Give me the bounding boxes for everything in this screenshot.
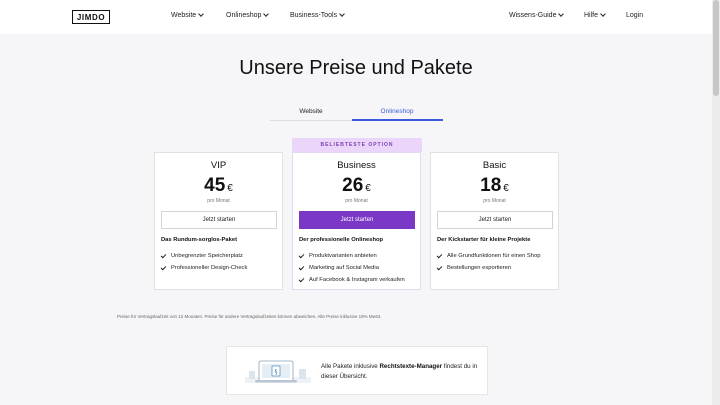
page-scrollbar[interactable] xyxy=(712,0,720,405)
top-navigation: JIMDO Website Onlineshop Business-Tools … xyxy=(0,0,712,34)
feature-item: Unbegrenzter Speicherplatz xyxy=(160,250,247,262)
price-period: pro Monat xyxy=(483,198,506,204)
nav-website-label: Website xyxy=(171,12,197,19)
feature-label: Professioneller Design-Check xyxy=(171,265,248,271)
nav-wissens-guide-label: Wissens-Guide xyxy=(509,12,557,19)
info-text: Alle Pakete inklusive Rechtstexte-Manage… xyxy=(321,362,486,381)
pricing-footnote: Preise für Vertragslaufzeit von 12 Monat… xyxy=(117,314,382,319)
check-icon xyxy=(436,264,443,270)
plan-name: Business xyxy=(337,160,376,171)
chevron-down-icon xyxy=(198,11,205,17)
start-button-business[interactable]: Jetzt starten xyxy=(299,211,415,229)
svg-text:§: § xyxy=(275,369,278,376)
scrollbar-thumb[interactable] xyxy=(713,0,719,96)
feature-item: Auf Facebook & Instagram verkaufen xyxy=(298,274,405,286)
price-period: pro Monat xyxy=(345,198,368,204)
plan-description: Das Rundum-sorglos-Paket xyxy=(161,237,238,243)
feature-label: Auf Facebook & Instagram verkaufen xyxy=(309,277,405,283)
feature-item: Alle Grundfunktionen für einen Shop xyxy=(436,250,541,262)
feature-list: Unbegrenzter Speicherplatz Professionell… xyxy=(160,250,248,274)
featured-badge: BELIEBTESTE OPTION xyxy=(292,138,422,152)
plan-name: VIP xyxy=(210,160,227,171)
check-icon xyxy=(160,252,167,258)
price-period: pro Monat xyxy=(207,198,230,204)
plan-name: Basic xyxy=(482,160,507,171)
rechtstexte-manager-link[interactable]: Rechtstexte-Manager xyxy=(379,363,442,370)
currency-symbol: € xyxy=(503,183,509,194)
plan-price: 18 xyxy=(480,175,502,196)
check-icon xyxy=(298,252,305,258)
tab-website[interactable]: Website xyxy=(270,108,352,115)
price-row: 45 € xyxy=(155,175,282,197)
nav-hilfe[interactable]: Hilfe xyxy=(584,11,606,19)
plan-card-basic: Basic 18 € pro Monat Jetzt starten Der Ki… xyxy=(430,152,559,290)
laptop-document-illustration: § xyxy=(245,360,311,383)
feature-item: Marketing auf Social Media xyxy=(298,262,405,274)
chevron-down-icon xyxy=(339,11,345,17)
nav-business-tools-label: Business-Tools xyxy=(290,12,338,19)
feature-label: Unbegrenzter Speicherplatz xyxy=(171,253,243,259)
start-button-basic[interactable]: Jetzt starten xyxy=(437,211,553,229)
check-icon xyxy=(298,264,305,270)
plan-price: 45 xyxy=(204,175,226,196)
feature-label: Produktvarianten anbieten xyxy=(309,253,377,259)
feature-list: Produktvarianten anbieten Marketing auf … xyxy=(298,250,405,286)
chevron-down-icon xyxy=(558,11,565,17)
start-button-vip[interactable]: Jetzt starten xyxy=(161,211,277,229)
feature-item: Professioneller Design-Check xyxy=(160,262,248,274)
feature-label: Marketing auf Social Media xyxy=(309,265,379,271)
plan-price: 26 xyxy=(342,175,364,196)
tab-onlineshop[interactable]: Onlineshop xyxy=(356,108,438,115)
login-link[interactable]: Login xyxy=(626,12,643,19)
chevron-down-icon xyxy=(600,11,606,17)
price-row: 18 € xyxy=(431,175,558,197)
feature-list: Alle Grundfunktionen für einen Shop Best… xyxy=(436,250,541,274)
nav-hilfe-label: Hilfe xyxy=(584,12,599,19)
plan-card-vip: VIP 45 € pro Monat Jetzt starten Das Rund… xyxy=(154,152,283,290)
nav-onlineshop-label: Onlineshop xyxy=(226,12,262,19)
page-title: Unsere Preise und Pakete xyxy=(239,57,473,79)
currency-symbol: € xyxy=(227,183,233,194)
info-prefix: Alle Pakete inklusive xyxy=(321,363,380,370)
feature-item: Bestellungen exportieren xyxy=(436,262,540,274)
check-icon xyxy=(436,252,443,258)
feature-label: Alle Grundfunktionen für einen Shop xyxy=(447,253,541,259)
chevron-down-icon xyxy=(263,11,270,17)
nav-website[interactable]: Website xyxy=(171,11,205,19)
check-icon xyxy=(298,276,305,282)
plan-card-business: Business 26 € pro Monat Jetzt starten Der… xyxy=(292,152,421,290)
feature-item: Produktvarianten anbieten xyxy=(298,250,405,262)
plan-description: Der Kickstarter für kleine Projekte xyxy=(437,237,531,243)
nav-onlineshop[interactable]: Onlineshop xyxy=(226,11,270,19)
currency-symbol: € xyxy=(365,183,371,194)
check-icon xyxy=(160,264,167,270)
plan-description: Der professionelle Onlineshop xyxy=(299,237,384,243)
feature-label: Bestellungen exportieren xyxy=(447,265,512,271)
nav-wissens-guide[interactable]: Wissens-Guide xyxy=(509,11,565,19)
nav-business-tools[interactable]: Business-Tools xyxy=(290,11,345,19)
active-tab-indicator xyxy=(352,119,443,121)
price-row: 26 € xyxy=(293,175,420,197)
jimdo-logo[interactable]: JIMDO xyxy=(72,10,110,24)
legal-texts-info-box: § Alle Pakete inklusive Rechtstexte-Mana… xyxy=(226,346,488,395)
